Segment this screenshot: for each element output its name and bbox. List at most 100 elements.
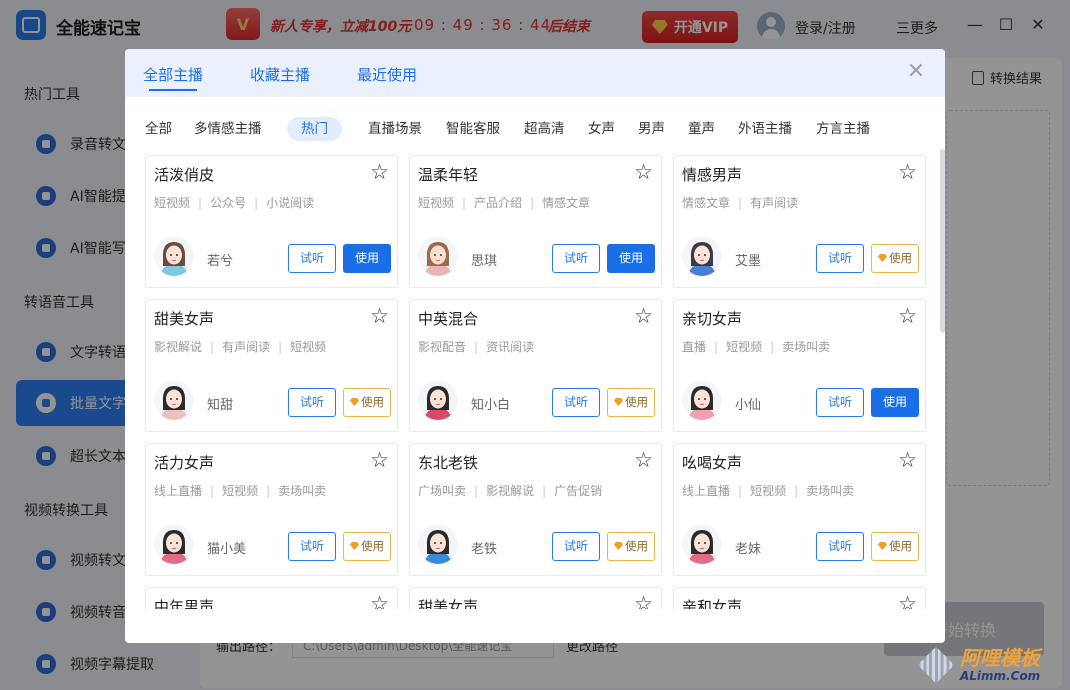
vip-use-button[interactable]: 使用	[607, 388, 655, 417]
try-listen-button[interactable]: 试听	[816, 388, 864, 417]
anchor-card[interactable]: 甜美女声 ☆ 影视解说 | 有声阅读 | 短视频知甜 试听 使用	[145, 299, 398, 432]
try-listen-button[interactable]: 试听	[552, 244, 600, 273]
vip-diamond-icon	[614, 542, 623, 550]
voice-tags: 影视配音 | 资讯阅读	[418, 340, 535, 354]
vip-diamond-icon	[614, 398, 623, 406]
favorite-star-icon[interactable]: ☆	[898, 593, 917, 609]
category-child[interactable]: 童声	[688, 117, 715, 141]
tab-all-anchors[interactable]: 全部主播	[143, 64, 203, 91]
anchor-card[interactable]: 东北老铁 ☆ 广场叫卖 | 影视解说 | 广告促销 老铁 试听 使用	[409, 443, 662, 576]
use-label: 使用	[889, 251, 912, 265]
vip-use-button[interactable]: 使用	[871, 532, 919, 561]
voice-tag: 公众号	[210, 196, 247, 210]
try-listen-button[interactable]: 试听	[552, 532, 600, 561]
anchor-card-grid: 活泼俏皮 ☆ 短视频 | 公众号 | 小说阅读 若兮 试听 使用 温柔年轻 ☆ 短视频 | 产品介绍 | 情感文…	[145, 155, 927, 609]
voice-tag: 有声阅读	[750, 196, 799, 210]
category-dialect[interactable]: 方言主播	[816, 117, 870, 141]
favorite-star-icon[interactable]: ☆	[634, 593, 653, 609]
try-listen-button[interactable]: 试听	[288, 388, 336, 417]
category-foreign[interactable]: 外语主播	[738, 117, 792, 141]
try-listen-button[interactable]: 试听	[288, 244, 336, 273]
voice-tag: 直播	[682, 340, 707, 354]
category-hot[interactable]: 热门	[287, 117, 342, 141]
use-button[interactable]: 使用	[607, 244, 655, 273]
voice-tags: 直播 | 短视频 | 卖场叫卖	[682, 340, 831, 354]
voice-tag: 卖场叫卖	[278, 484, 327, 498]
favorite-star-icon[interactable]: ☆	[898, 161, 917, 183]
anchor-card[interactable]: 情感男声 ☆ 情感文章 | 有声阅读 艾墨 试听 使用	[673, 155, 926, 288]
voice-tags: 影视解说 | 有声阅读 | 短视频	[154, 340, 327, 354]
use-label: 使用	[618, 251, 643, 265]
anchor-card[interactable]: 甜美女声 ☆	[409, 587, 662, 609]
anchor-name: 知甜	[207, 398, 234, 413]
anchor-avatar	[154, 380, 194, 420]
voice-tag: 情感文章	[682, 196, 731, 210]
try-listen-button[interactable]: 试听	[288, 532, 336, 561]
anchor-card[interactable]: 温柔年轻 ☆ 短视频 | 产品介绍 | 情感文章 思琪 试听 使用	[409, 155, 662, 288]
favorite-star-icon[interactable]: ☆	[898, 305, 917, 327]
close-icon[interactable]: ✕	[905, 61, 927, 83]
voice-tags: 短视频 | 产品介绍 | 情感文章	[418, 196, 591, 210]
favorite-star-icon[interactable]: ☆	[370, 593, 389, 609]
vip-diamond-icon	[878, 542, 887, 550]
anchor-avatar	[682, 236, 722, 276]
voice-tag: 产品介绍	[474, 196, 523, 210]
vip-diamond-icon	[878, 254, 887, 262]
anchor-card[interactable]: 亲和女声 ☆	[673, 587, 926, 609]
voice-tag: 小说阅读	[266, 196, 315, 210]
anchor-card[interactable]: 亲切女声 ☆ 直播 | 短视频 | 卖场叫卖小仙 试听 使用	[673, 299, 926, 432]
use-button[interactable]: 使用	[343, 244, 391, 273]
voice-name: 亲切女声	[682, 310, 743, 328]
voice-tags: 广场叫卖 | 影视解说 | 广告促销	[418, 484, 603, 498]
vip-use-button[interactable]: 使用	[343, 532, 391, 561]
vip-use-button[interactable]: 使用	[343, 388, 391, 417]
anchor-card[interactable]: 活力女声 ☆ 线上直播 | 短视频 | 卖场叫卖 猫小美 试听 使用	[145, 443, 398, 576]
use-label: 使用	[361, 395, 384, 409]
voice-tag: 影视配音	[418, 340, 467, 354]
tab-recent[interactable]: 最近使用	[357, 64, 417, 85]
anchor-name: 老妹	[735, 542, 762, 557]
vip-use-button[interactable]: 使用	[871, 244, 919, 273]
vip-diamond-icon	[350, 398, 359, 406]
favorite-star-icon[interactable]: ☆	[634, 305, 653, 327]
vip-diamond-icon	[350, 542, 359, 550]
anchor-card[interactable]: 活泼俏皮 ☆ 短视频 | 公众号 | 小说阅读 若兮 试听 使用	[145, 155, 398, 288]
dialog-scrollbar[interactable]	[940, 149, 945, 333]
category-male[interactable]: 男声	[638, 117, 665, 141]
vip-use-button[interactable]: 使用	[607, 532, 655, 561]
anchor-select-dialog: 全部主播 收藏主播 最近使用 ✕ 全部 多情感主播 热门 直播场景 智能客服 超…	[125, 49, 945, 643]
favorite-star-icon[interactable]: ☆	[634, 161, 653, 183]
category-customer-service[interactable]: 智能客服	[446, 117, 500, 141]
try-listen-button[interactable]: 试听	[552, 388, 600, 417]
try-listen-button[interactable]: 试听	[816, 244, 864, 273]
category-ultra-hd[interactable]: 超高清	[524, 117, 565, 141]
anchor-card[interactable]: 吆喝女声 ☆ 线上直播 | 短视频 | 卖场叫卖 老妹 试听 使用	[673, 443, 926, 576]
anchor-avatar	[682, 524, 722, 564]
voice-tag: 短视频	[222, 484, 259, 498]
anchor-card[interactable]: 中年男声 ☆	[145, 587, 398, 609]
use-label: 使用	[625, 395, 648, 409]
category-female[interactable]: 女声	[588, 117, 615, 141]
voice-tags: 线上直播 | 短视频 | 卖场叫卖	[682, 484, 855, 498]
anchor-name: 老铁	[471, 542, 498, 557]
category-all[interactable]: 全部	[145, 117, 172, 141]
voice-tag: 影视解说	[486, 484, 535, 498]
favorite-star-icon[interactable]: ☆	[370, 305, 389, 327]
favorite-star-icon[interactable]: ☆	[898, 449, 917, 471]
tab-favorite-anchors[interactable]: 收藏主播	[250, 64, 310, 85]
use-button[interactable]: 使用	[871, 388, 919, 417]
favorite-star-icon[interactable]: ☆	[634, 449, 653, 471]
category-live[interactable]: 直播场景	[368, 117, 422, 141]
anchor-name: 知小白	[471, 398, 511, 413]
voice-tag: 短视频	[418, 196, 455, 210]
anchor-name: 小仙	[735, 398, 762, 413]
anchor-avatar	[154, 236, 194, 276]
favorite-star-icon[interactable]: ☆	[370, 449, 389, 471]
category-multi-emotion[interactable]: 多情感主播	[194, 117, 262, 141]
voice-name: 活泼俏皮	[154, 166, 215, 184]
use-label: 使用	[882, 395, 907, 409]
try-listen-button[interactable]: 试听	[816, 532, 864, 561]
voice-name: 甜美女声	[154, 310, 215, 328]
favorite-star-icon[interactable]: ☆	[370, 161, 389, 183]
anchor-card[interactable]: 中英混合 ☆ 影视配音 | 资讯阅读 知小白 试听 使用	[409, 299, 662, 432]
